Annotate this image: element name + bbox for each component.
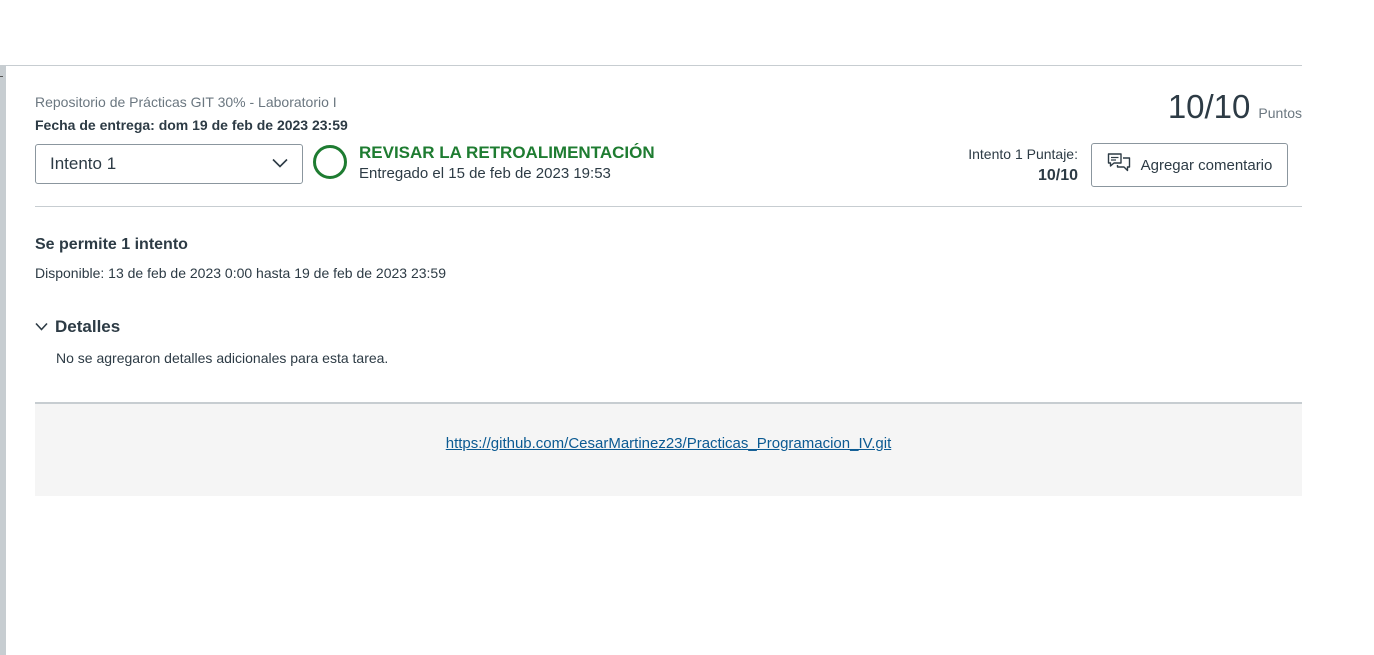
attempt-status: REVISAR LA RETROALIMENTACIÓN Entregado e… (359, 143, 655, 182)
attempt-score: Intento 1 Puntaje: 10/10 (968, 146, 1078, 185)
review-feedback-link[interactable]: REVISAR LA RETROALIMENTACIÓN (359, 143, 655, 163)
attempts-allowed: Se permite 1 intento (35, 236, 188, 253)
due-date: Fecha de entrega: dom 19 de feb de 2023 … (35, 117, 348, 133)
submission-box: https://github.com/CesarMartinez23/Pract… (35, 402, 1302, 496)
details-text: No se agregaron detalles adicionales par… (56, 350, 389, 366)
total-score-label: Puntos (1258, 105, 1302, 121)
comment-icon (1107, 152, 1131, 179)
chevron-down-icon (35, 318, 48, 336)
attempt-select[interactable]: Intento 1 (35, 144, 303, 184)
chevron-down-icon (272, 155, 288, 173)
submission-url-link[interactable]: https://github.com/CesarMartinez23/Pract… (35, 435, 1302, 452)
circle-status-icon (313, 145, 347, 179)
left-scroll-edge (0, 66, 6, 655)
left-edge-tick (0, 76, 3, 77)
availability-dates: Disponible: 13 de feb de 2023 0:00 hasta… (35, 265, 447, 281)
header-divider (35, 206, 1302, 207)
attempt-score-value: 10/10 (1037, 167, 1078, 184)
details-toggle[interactable]: Detalles (35, 317, 120, 337)
attempt-score-label: Intento 1 Puntaje: (968, 146, 1078, 162)
add-comment-label: Agregar comentario (1140, 156, 1273, 174)
add-comment-button[interactable]: Agregar comentario (1091, 143, 1288, 187)
top-divider (0, 65, 1302, 66)
assignment-title: Repositorio de Prácticas GIT 30% - Labor… (35, 94, 337, 110)
submitted-date: Entregado el 15 de feb de 2023 19:53 (359, 165, 611, 182)
total-score: 10/10 Puntos (1168, 88, 1302, 126)
total-score-value: 10/10 (1167, 88, 1251, 125)
attempt-select-value: Intento 1 (50, 154, 117, 173)
details-heading: Detalles (55, 317, 121, 336)
